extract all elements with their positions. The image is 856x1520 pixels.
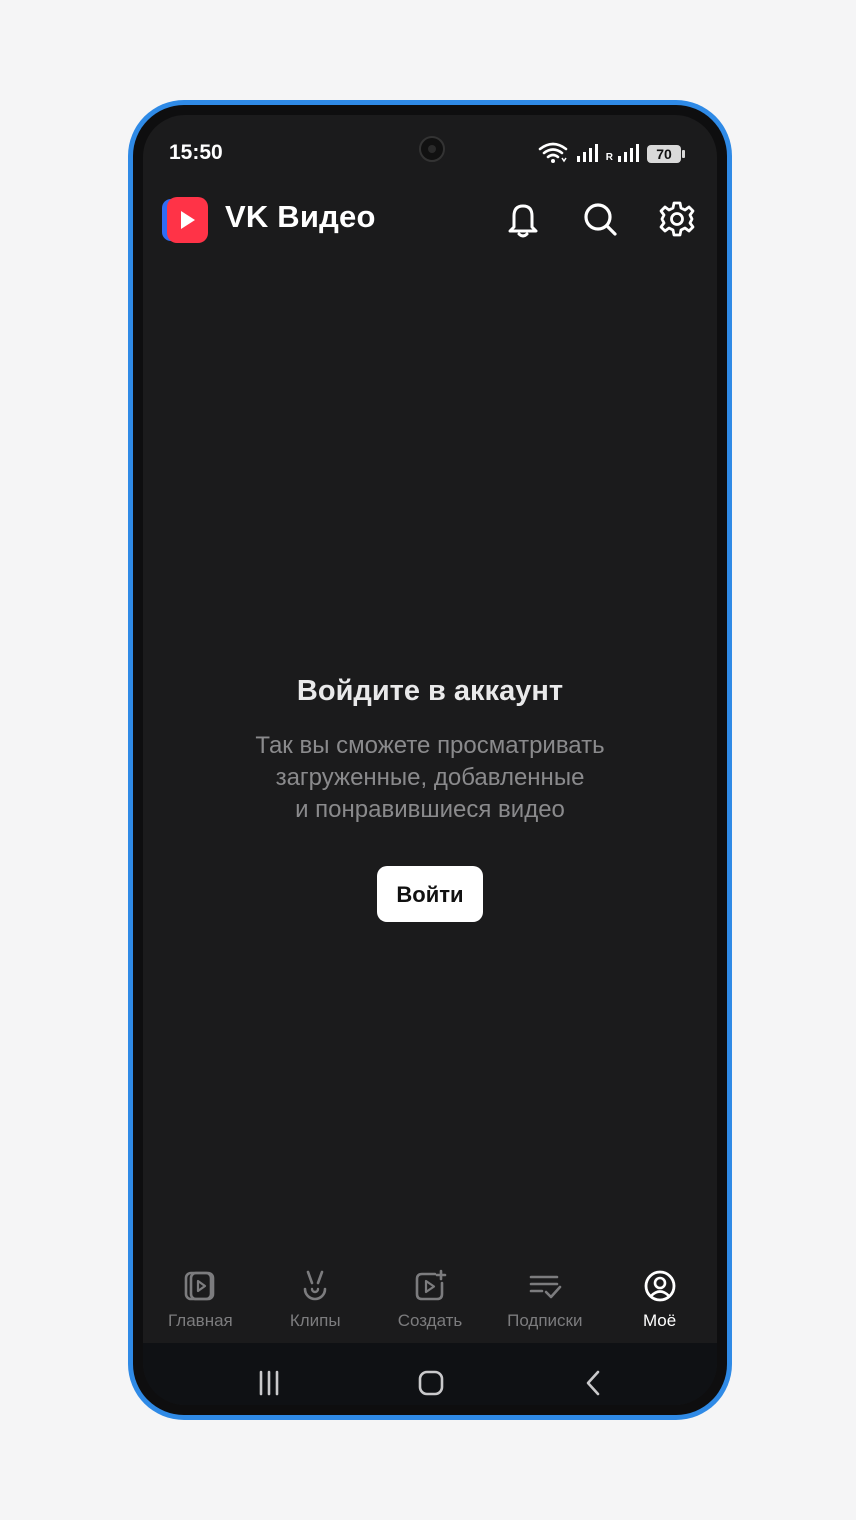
nav-item-home[interactable]: Главная: [143, 1263, 258, 1343]
settings-icon: [659, 201, 695, 237]
nav-item-subscriptions[interactable]: Подписки: [487, 1263, 602, 1343]
home-video-icon: [185, 1271, 215, 1301]
settings-button[interactable]: [655, 197, 699, 241]
nav-label: Моё: [642, 1311, 677, 1330]
nav-item-mine[interactable]: Моё: [602, 1263, 717, 1343]
nav-label: Главная: [168, 1311, 233, 1330]
phone-frame: 15:50 R 70 VK Видео Войдите в аккаунт Та…: [128, 100, 732, 1420]
app-title: VK Видео: [225, 199, 376, 234]
back-button[interactable]: [573, 1363, 613, 1403]
nav-item-clips[interactable]: Клипы: [258, 1263, 373, 1343]
search-button[interactable]: [578, 197, 622, 241]
bell-icon: [508, 204, 538, 238]
signal-icon: [576, 144, 598, 162]
login-prompt-title: Войдите в аккаунт: [296, 675, 564, 707]
login-button[interactable]: Войти: [377, 866, 483, 922]
bottom-nav: Главная Клипы Создать Подписки Моё: [143, 1263, 717, 1343]
signal-icon-2: [618, 144, 639, 162]
description-line: загруженные, добавленные: [275, 764, 585, 791]
recents-button[interactable]: [249, 1363, 289, 1403]
nav-item-create[interactable]: Создать: [373, 1263, 488, 1343]
vk-video-logo: [162, 197, 208, 243]
login-prompt-description: Так вы сможете просматривать загруженные…: [220, 730, 640, 826]
system-nav-bar: [143, 1343, 717, 1405]
status-icons: R 70: [538, 141, 685, 163]
nav-label: Клипы: [289, 1311, 341, 1330]
create-video-icon: [415, 1269, 447, 1301]
roaming-indicator: R: [605, 152, 613, 163]
search-icon: [584, 203, 617, 236]
home-icon: [418, 1370, 444, 1396]
clips-icon: [303, 1270, 327, 1301]
home-button[interactable]: [411, 1363, 451, 1403]
battery-indicator: 70: [647, 145, 685, 163]
nav-label: Создать: [397, 1311, 463, 1330]
description-line: Так вы сможете просматривать: [255, 732, 605, 759]
screen: 15:50 R 70 VK Видео Войдите в аккаунт Та…: [143, 115, 717, 1405]
back-icon: [586, 1370, 600, 1396]
wifi-icon: [538, 142, 568, 163]
status-time: 15:50: [169, 141, 223, 164]
recents-icon: [259, 1370, 279, 1396]
notifications-button[interactable]: [501, 197, 545, 241]
login-prompt: Войдите в аккаунт Так вы сможете просмат…: [143, 675, 717, 922]
phone-body: 15:50 R 70 VK Видео Войдите в аккаунт Та…: [133, 105, 727, 1415]
app-header: VK Видео: [143, 185, 717, 255]
description-line: и понравившиеся видео: [295, 796, 565, 823]
front-camera: [419, 136, 445, 162]
status-bar: 15:50 R 70: [143, 115, 717, 175]
nav-label: Подписки: [507, 1311, 583, 1330]
subscriptions-icon: [529, 1275, 562, 1299]
profile-icon: [644, 1270, 675, 1302]
